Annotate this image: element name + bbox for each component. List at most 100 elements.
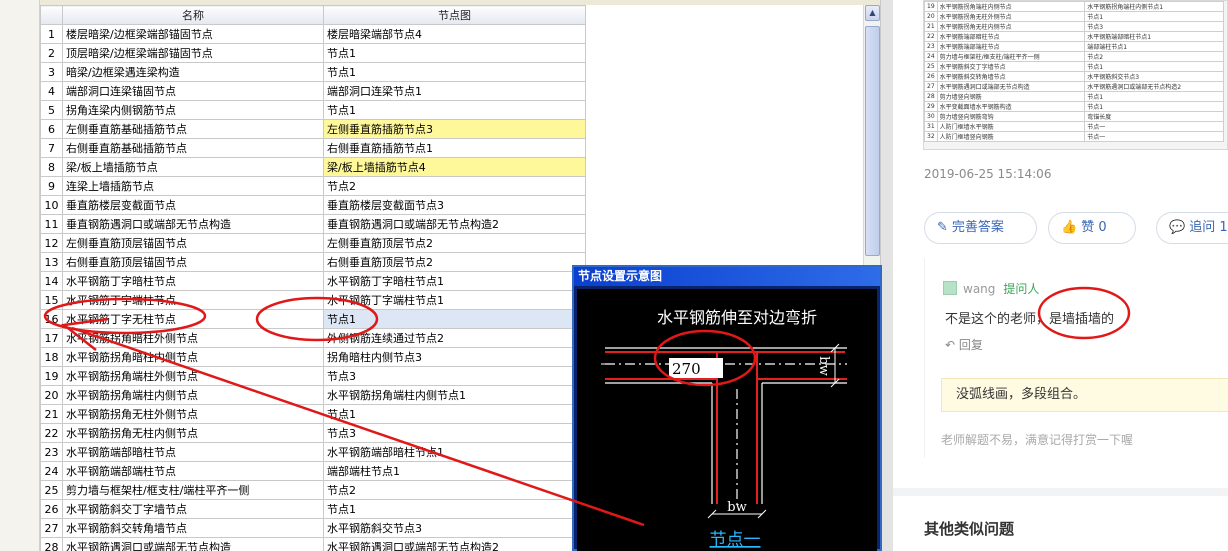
table-row[interactable]: 5 拐角连梁内侧钢筋节点 节点1 — [40, 100, 586, 120]
scroll-up-button[interactable]: ▲ — [865, 5, 880, 21]
thumbnail-cell: 节点1 — [1084, 11, 1224, 22]
table-row[interactable]: 13 右侧垂直筋顶层锚固节点 右侧垂直筋顶层节点2 — [40, 252, 586, 272]
row-name-cell[interactable]: 剪力墙与框架柱/框支柱/端柱平齐一侧 — [62, 480, 324, 500]
row-name-cell[interactable]: 水平钢筋拐角暗柱内侧节点 — [62, 347, 324, 367]
table-row[interactable]: 27 水平钢筋斜交转角墙节点 水平钢筋斜交节点3 — [40, 518, 586, 538]
row-node-cell[interactable]: 节点3 — [323, 366, 586, 386]
row-name-cell[interactable]: 水平钢筋端部暗柱节点 — [62, 442, 324, 462]
row-node-cell[interactable]: 水平钢筋遇洞口或端部无节点构造2 — [323, 537, 586, 551]
row-node-cell[interactable]: 节点1 — [323, 404, 586, 424]
table-row[interactable]: 11 垂直钢筋遇洞口或端部无节点构造 垂直钢筋遇洞口或端部无节点构造2 — [40, 214, 586, 234]
row-name-cell[interactable]: 顶层暗梁/边框梁端部锚固节点 — [62, 43, 324, 63]
table-row[interactable]: 21 水平钢筋拐角无柱外侧节点 节点1 — [40, 404, 586, 424]
table-row[interactable]: 16 水平钢筋丁字无柱节点 节点1 — [40, 309, 586, 329]
table-row[interactable]: 22 水平钢筋拐角无柱内侧节点 节点3 — [40, 423, 586, 443]
table-row[interactable]: 6 左侧垂直筋基础插筋节点 左侧垂直筋插筋节点3 — [40, 119, 586, 139]
row-node-cell[interactable]: 外侧钢筋连续通过节点2 — [323, 328, 586, 348]
table-row[interactable]: 3 暗梁/边框梁遇连梁构造 节点1 — [40, 62, 586, 82]
row-name-cell[interactable]: 水平钢筋遇洞口或端部无节点构造 — [62, 537, 324, 551]
follow-up-button[interactable]: 💬 追问 1 — [1156, 212, 1228, 244]
row-name-cell[interactable]: 楼层暗梁/边框梁端部锚固节点 — [62, 24, 324, 44]
attached-screenshot-thumbnail[interactable]: 19 水平钢筋拐角端柱内侧节点 水平钢筋拐角端柱内侧节点1 20 水平钢筋拐角无柱外侧节… — [923, 0, 1228, 150]
comment-username[interactable]: wang — [963, 282, 995, 296]
row-node-cell[interactable]: 节点1 — [323, 43, 586, 63]
table-row[interactable]: 4 端部洞口连梁锚固节点 端部洞口连梁节点1 — [40, 81, 586, 101]
table-row[interactable]: 17 水平钢筋拐角暗柱外侧节点 外侧钢筋连续通过节点2 — [40, 328, 586, 348]
row-name-cell[interactable]: 梁/板上墙插筋节点 — [62, 157, 324, 177]
row-node-cell[interactable]: 水平钢筋端部暗柱节点1 — [323, 442, 586, 462]
row-name-cell[interactable]: 水平钢筋拐角暗柱外侧节点 — [62, 328, 324, 348]
table-row[interactable]: 23 水平钢筋端部暗柱节点 水平钢筋端部暗柱节点1 — [40, 442, 586, 462]
like-button[interactable]: 👍 赞 0 — [1048, 212, 1136, 244]
row-node-cell[interactable]: 水平钢筋丁字端柱节点1 — [323, 290, 586, 310]
table-row[interactable]: 10 垂直筋楼层变截面节点 垂直筋楼层变截面节点3 — [40, 195, 586, 215]
row-name-cell[interactable]: 垂直钢筋遇洞口或端部无节点构造 — [62, 214, 324, 234]
row-name-cell[interactable]: 右侧垂直筋顶层锚固节点 — [62, 252, 324, 272]
row-name-cell[interactable]: 垂直筋楼层变截面节点 — [62, 195, 324, 215]
row-node-cell[interactable]: 梁/板上墙插筋节点4 — [323, 157, 586, 177]
row-node-cell[interactable]: 水平钢筋丁字暗柱节点1 — [323, 271, 586, 291]
row-node-cell[interactable]: 端部洞口连梁节点1 — [323, 81, 586, 101]
table-row[interactable]: 19 水平钢筋拐角端柱外侧节点 节点3 — [40, 366, 586, 386]
row-name-cell[interactable]: 端部洞口连梁锚固节点 — [62, 81, 324, 101]
row-name-cell[interactable]: 左侧垂直筋顶层锚固节点 — [62, 233, 324, 253]
table-row[interactable]: 9 连梁上墙插筋节点 节点2 — [40, 176, 586, 196]
row-name-cell[interactable]: 水平钢筋丁字端柱节点 — [62, 290, 324, 310]
table-row[interactable]: 26 水平钢筋斜交丁字墙节点 节点1 — [40, 499, 586, 519]
table-row[interactable]: 8 梁/板上墙插筋节点 梁/板上墙插筋节点4 — [40, 157, 586, 177]
table-row[interactable]: 20 水平钢筋拐角端柱内侧节点 水平钢筋拐角端柱内侧节点1 — [40, 385, 586, 405]
improve-answer-button[interactable]: ✎ 完善答案 — [924, 212, 1037, 244]
row-name-cell[interactable]: 右侧垂直筋基础插筋节点 — [62, 138, 324, 158]
row-node-cell[interactable]: 节点1 — [323, 309, 586, 329]
table-row[interactable]: 18 水平钢筋拐角暗柱内侧节点 拐角暗柱内侧节点3 — [40, 347, 586, 367]
row-node-cell[interactable]: 楼层暗梁端部节点4 — [323, 24, 586, 44]
table-row[interactable]: 12 左侧垂直筋顶层锚固节点 左侧垂直筋顶层节点2 — [40, 233, 586, 253]
row-node-cell[interactable]: 水平钢筋拐角端柱内侧节点1 — [323, 385, 586, 405]
thumbnail-row: 20 水平钢筋拐角无柱外侧节点 节点1 — [924, 11, 1224, 22]
row-node-cell[interactable]: 节点3 — [323, 423, 586, 443]
row-name-cell[interactable]: 水平钢筋斜交转角墙节点 — [62, 518, 324, 538]
scroll-thumb[interactable] — [865, 26, 880, 256]
row-name-cell[interactable]: 水平钢筋丁字无柱节点 — [62, 309, 324, 329]
thumbnail-row: 25 水平钢筋斜交丁字墙节点 节点1 — [924, 61, 1224, 72]
row-node-cell[interactable]: 左侧垂直筋插筋节点3 — [323, 119, 586, 139]
row-name-cell[interactable]: 暗梁/边框梁遇连梁构造 — [62, 62, 324, 82]
row-node-cell[interactable]: 节点2 — [323, 176, 586, 196]
row-node-cell[interactable]: 节点1 — [323, 100, 586, 120]
table-row[interactable]: 7 右侧垂直筋基础插筋节点 右侧垂直筋插筋节点1 — [40, 138, 586, 158]
table-row[interactable]: 15 水平钢筋丁字端柱节点 水平钢筋丁字端柱节点1 — [40, 290, 586, 310]
row-name-cell[interactable]: 连梁上墙插筋节点 — [62, 176, 324, 196]
thumbnail-cell: 节点一 — [1084, 121, 1224, 132]
row-node-cell[interactable]: 垂直筋楼层变截面节点3 — [323, 195, 586, 215]
node-label[interactable]: 节点一 — [710, 530, 761, 550]
table-row[interactable]: 28 水平钢筋遇洞口或端部无节点构造 水平钢筋遇洞口或端部无节点构造2 — [40, 537, 586, 551]
dimension-input-value[interactable]: 270 — [672, 360, 701, 378]
row-node-cell[interactable]: 拐角暗柱内侧节点3 — [323, 347, 586, 367]
table-row[interactable]: 14 水平钢筋丁字暗柱节点 水平钢筋丁字暗柱节点1 — [40, 271, 586, 291]
row-name-cell[interactable]: 水平钢筋拐角端柱外侧节点 — [62, 366, 324, 386]
row-node-cell[interactable]: 右侧垂直筋顶层节点2 — [323, 252, 586, 272]
table-row[interactable]: 2 顶层暗梁/边框梁端部锚固节点 节点1 — [40, 43, 586, 63]
row-name-cell[interactable]: 水平钢筋斜交丁字墙节点 — [62, 499, 324, 519]
row-name-cell[interactable]: 水平钢筋拐角端柱内侧节点 — [62, 385, 324, 405]
row-node-cell[interactable]: 左侧垂直筋顶层节点2 — [323, 233, 586, 253]
row-name-cell[interactable]: 水平钢筋拐角无柱外侧节点 — [62, 404, 324, 424]
row-name-cell[interactable]: 水平钢筋丁字暗柱节点 — [62, 271, 324, 291]
table-row[interactable]: 25 剪力墙与框架柱/框支柱/端柱平齐一侧 节点2 — [40, 480, 586, 500]
row-node-cell[interactable]: 水平钢筋斜交节点3 — [323, 518, 586, 538]
row-name-cell[interactable]: 拐角连梁内侧钢筋节点 — [62, 100, 324, 120]
row-name-cell[interactable]: 水平钢筋拐角无柱内侧节点 — [62, 423, 324, 443]
row-node-cell[interactable]: 右侧垂直筋插筋节点1 — [323, 138, 586, 158]
row-name-cell[interactable]: 左侧垂直筋基础插筋节点 — [62, 119, 324, 139]
row-node-cell[interactable]: 节点1 — [323, 62, 586, 82]
column-header-node[interactable]: 节点图 — [323, 5, 586, 25]
row-node-cell[interactable]: 节点1 — [323, 499, 586, 519]
row-node-cell[interactable]: 垂直钢筋遇洞口或端部无节点构造2 — [323, 214, 586, 234]
table-row[interactable]: 24 水平钢筋端部端柱节点 端部端柱节点1 — [40, 461, 586, 481]
reply-button[interactable]: ↶ 回复 — [945, 336, 983, 353]
row-node-cell[interactable]: 节点2 — [323, 480, 586, 500]
row-node-cell[interactable]: 端部端柱节点1 — [323, 461, 586, 481]
table-row[interactable]: 1 楼层暗梁/边框梁端部锚固节点 楼层暗梁端部节点4 — [40, 24, 586, 44]
column-header-name[interactable]: 名称 — [62, 5, 324, 25]
row-name-cell[interactable]: 水平钢筋端部端柱节点 — [62, 461, 324, 481]
